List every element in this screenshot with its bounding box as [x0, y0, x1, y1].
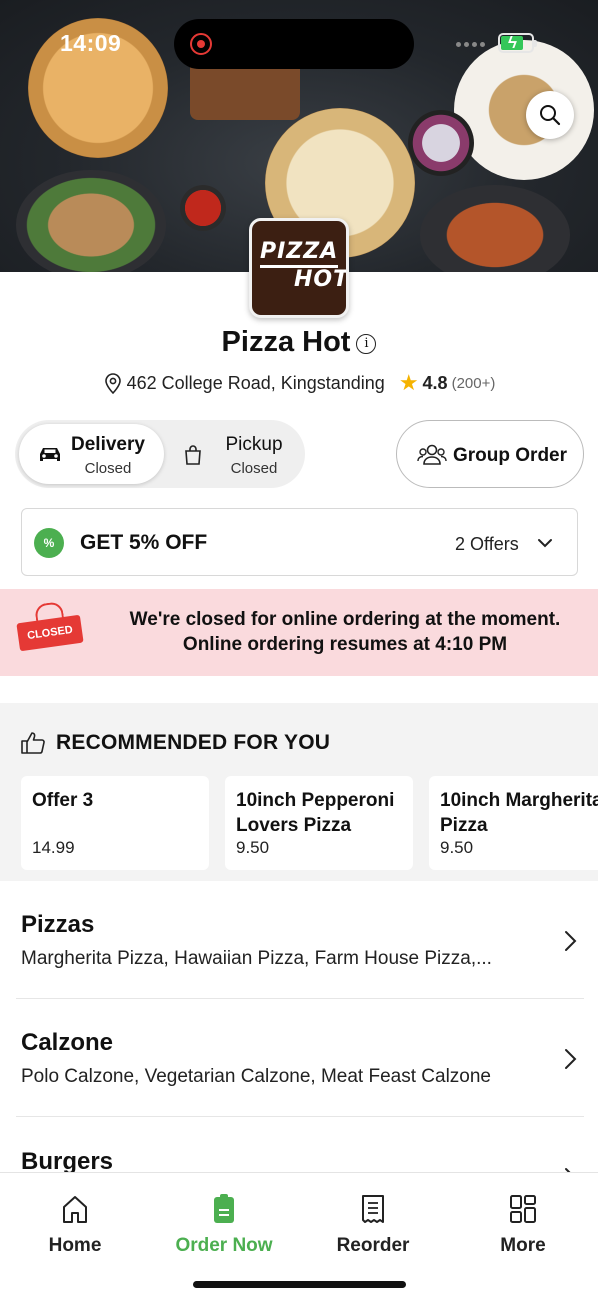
category-title: Calzone: [21, 1029, 114, 1056]
nav-label: Home: [48, 1235, 102, 1256]
sauce-bowl-illustration: [180, 185, 226, 231]
closed-notice-line1: We're closed for online ordering at the …: [129, 609, 561, 630]
recording-indicator-icon: [190, 33, 212, 55]
recommended-section: RECOMMENDED FOR YOU Offer 3 14.99 10inch…: [0, 703, 598, 881]
dynamic-island: [174, 19, 414, 69]
signal-icon: [456, 42, 492, 48]
delivery-status: Closed: [84, 460, 132, 477]
chevron-down-icon: [538, 539, 552, 548]
category-items: Margherita Pizza, Hawaiian Pizza, Farm H…: [21, 948, 492, 969]
offer-count: 2 Offers: [455, 534, 519, 554]
recommended-item-card[interactable]: Offer 3 14.99: [21, 776, 209, 870]
star-icon: ★: [398, 370, 419, 395]
item-name: 10inch Pepperoni Lovers Pizza: [236, 790, 395, 836]
plate-illustration: [420, 185, 570, 272]
onion-bowl-illustration: [408, 110, 474, 176]
logo-text: PIZZA: [260, 239, 339, 264]
category-items: Polo Calzone, Vegetarian Calzone, Meat F…: [21, 1066, 491, 1087]
item-price: 9.50: [440, 838, 474, 857]
closed-sign-icon: CLOSED: [16, 614, 84, 652]
nav-label: Order Now: [175, 1235, 273, 1256]
home-icon: [63, 1196, 87, 1223]
category-row-pizzas[interactable]: Pizzas Margherita Pizza, Hawaiian Pizza,…: [0, 881, 598, 999]
nav-label: Reorder: [336, 1235, 410, 1256]
delivery-option[interactable]: Delivery Closed: [19, 424, 164, 484]
nav-reorder[interactable]: Reorder: [308, 1193, 438, 1257]
status-time: 14:09: [60, 30, 122, 56]
pickup-status: Closed: [230, 460, 278, 477]
nav-order-now[interactable]: Order Now: [159, 1193, 289, 1257]
plate-illustration: [16, 170, 166, 272]
item-name: 10inch Margherita Pizza: [440, 790, 598, 836]
nav-home[interactable]: Home: [10, 1193, 140, 1257]
category-row-calzone[interactable]: Calzone Polo Calzone, Vegetarian Calzone…: [0, 999, 598, 1117]
closed-notice-text: We're closed for online ordering at the …: [100, 607, 590, 657]
search-button[interactable]: [526, 91, 574, 139]
recommended-item-card[interactable]: 10inch Margherita Pizza 9.50: [429, 776, 598, 870]
rating-count[interactable]: (200+): [452, 375, 496, 392]
group-order-label: Group Order: [453, 445, 568, 466]
group-users-icon: [417, 444, 447, 465]
rating-value: 4.8: [422, 372, 448, 393]
recommended-item-card[interactable]: 10inch Pepperoni Lovers Pizza 9.50: [225, 776, 413, 870]
chevron-right-icon: [565, 1049, 577, 1069]
pickup-label: Pickup: [225, 434, 283, 455]
recommended-heading: RECOMMENDED FOR YOU: [20, 731, 330, 755]
location-pin-icon: [104, 373, 121, 394]
restaurant-address: 462 College Road, Kingstanding: [126, 372, 385, 393]
nav-more[interactable]: More: [458, 1193, 588, 1257]
item-price: 14.99: [32, 838, 75, 857]
discount-badge-icon: %: [34, 528, 64, 558]
pickup-option[interactable]: Pickup Closed: [165, 424, 310, 484]
group-order-button[interactable]: Group Order: [396, 420, 584, 488]
address-row: 462 College Road, Kingstanding ★ 4.8 (20…: [0, 370, 598, 396]
closed-notice-line2: Online ordering resumes at 4:10 PM: [182, 634, 508, 655]
item-name: Offer 3: [32, 790, 94, 811]
item-price: 9.50: [236, 838, 270, 857]
thumbs-up-icon: [21, 732, 45, 754]
grid-icon: [510, 1195, 536, 1223]
offers-dropdown[interactable]: % GET 5% OFF 2 Offers: [21, 508, 578, 576]
shopping-bag-icon: [185, 445, 201, 465]
category-title: Pizzas: [21, 911, 95, 938]
receipt-icon: [362, 1195, 384, 1223]
delivery-label: Delivery: [71, 434, 145, 455]
recommended-title: RECOMMENDED FOR YOU: [56, 731, 331, 754]
logo-text: HOT: [294, 267, 349, 292]
search-icon: [540, 105, 561, 126]
battery-icon: ϟ: [498, 33, 537, 53]
chevron-right-icon: [565, 931, 577, 951]
info-icon[interactable]: i: [356, 334, 377, 354]
order-mode-toggle: Delivery Closed Pickup Closed: [15, 420, 305, 488]
closed-notice-banner: CLOSED We're closed for online ordering …: [0, 589, 598, 676]
car-icon: [40, 448, 60, 461]
offer-headline: GET 5% OFF: [80, 531, 208, 554]
restaurant-name: Pizza Hot: [221, 326, 351, 358]
nav-label: More: [500, 1235, 546, 1256]
restaurant-title-row: Pizza Hot i: [0, 326, 598, 359]
order-bag-icon: [214, 1194, 234, 1223]
restaurant-logo: PIZZA HOT: [249, 218, 349, 318]
home-indicator: [193, 1281, 406, 1288]
